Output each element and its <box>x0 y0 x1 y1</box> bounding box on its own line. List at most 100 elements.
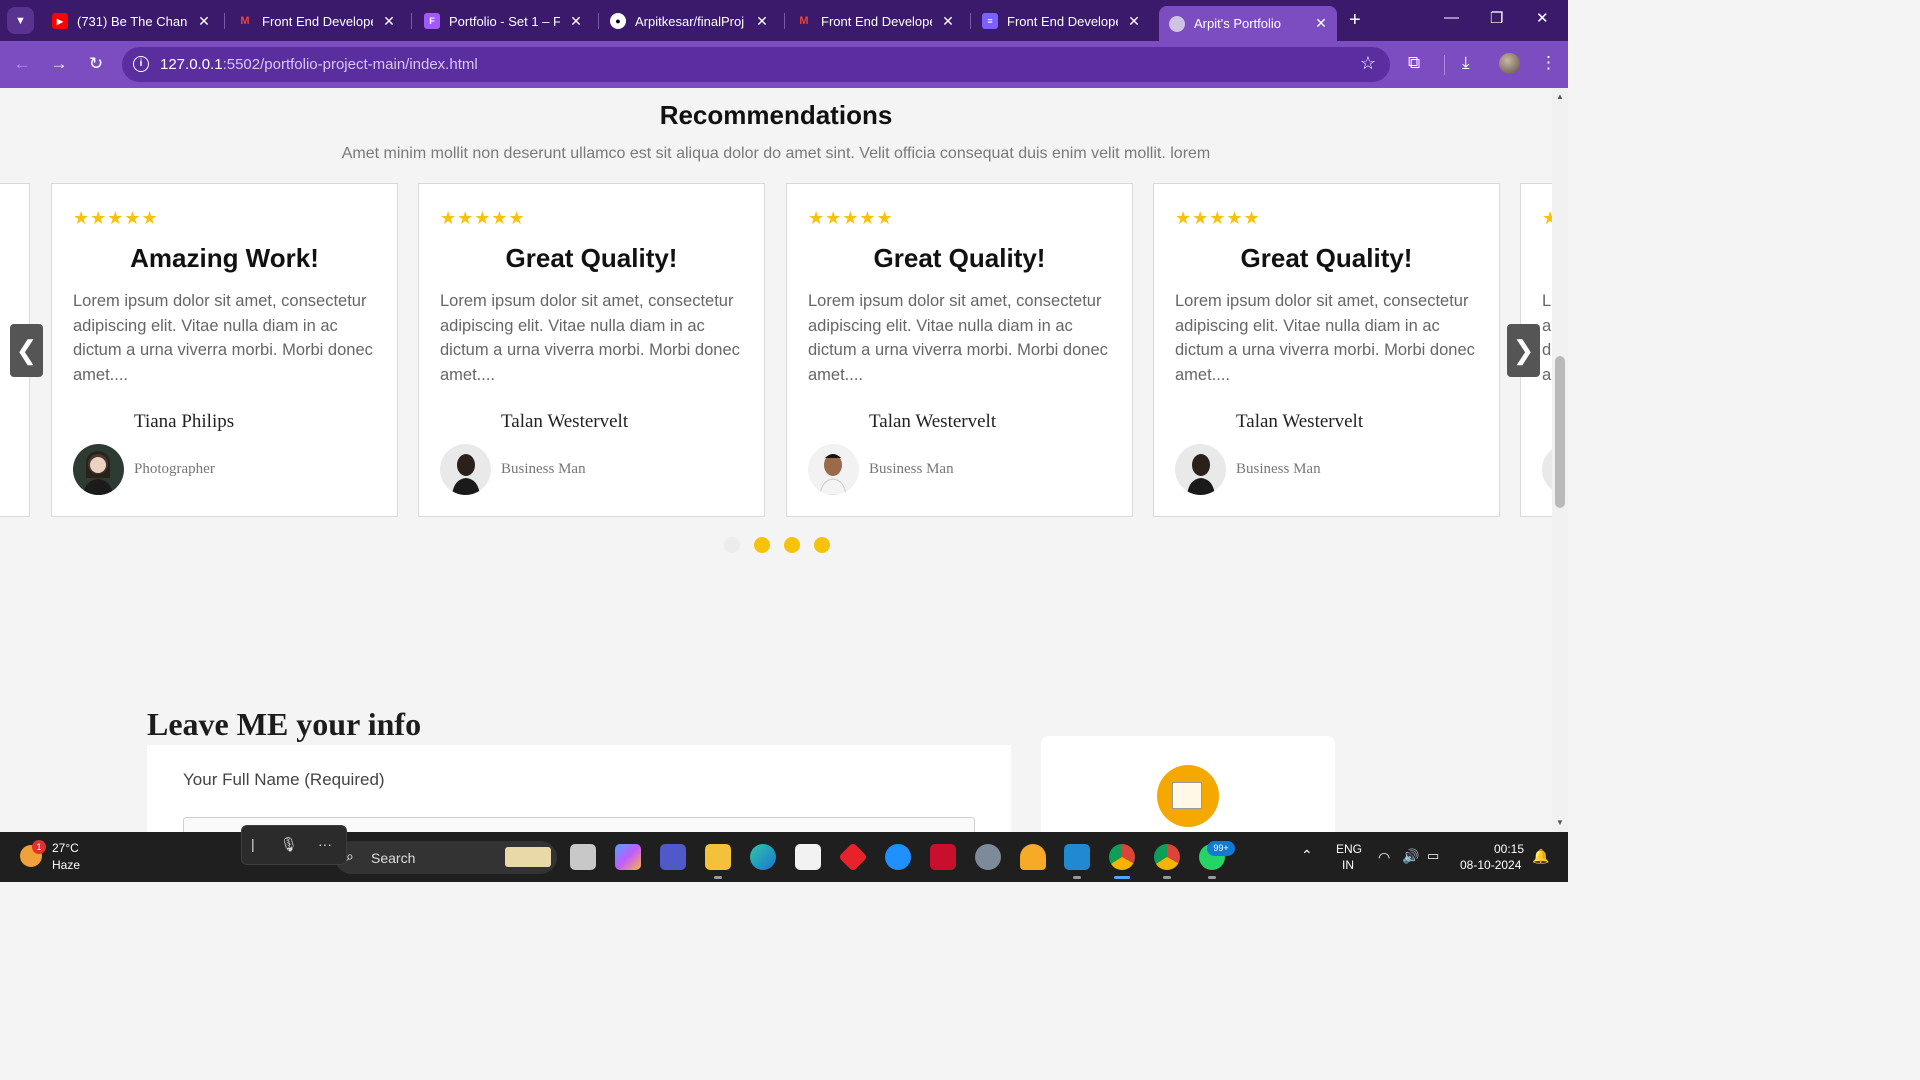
close-icon[interactable]: ✕ <box>568 13 584 30</box>
forms-icon: ≡ <box>982 13 998 29</box>
tab-github[interactable]: ● Arpitkesar/finalProj ✕ <box>600 6 778 36</box>
close-icon[interactable]: ✕ <box>940 13 956 30</box>
tab-gmail-2[interactable]: M Front End Developer ✕ <box>786 6 964 36</box>
edge-icon[interactable] <box>750 844 776 870</box>
card-text-peek: L a d a <box>1542 292 1552 384</box>
language-top[interactable]: ENG <box>1336 842 1362 856</box>
url-text[interactable]: 127.0.0.1:5502/portfolio-project-main/in… <box>160 56 478 73</box>
taskbar-search[interactable]: ⌕ Search <box>335 841 557 874</box>
profile-avatar[interactable] <box>1499 53 1520 74</box>
mcafee-icon[interactable] <box>930 844 956 870</box>
close-icon[interactable]: ✕ <box>381 13 397 30</box>
anydesk-icon[interactable] <box>838 842 868 872</box>
close-icon[interactable]: ✕ <box>196 13 212 30</box>
menu-kebab-icon[interactable]: ⋮ <box>1540 53 1557 73</box>
tab-separator <box>598 13 599 29</box>
carousel-prev-button[interactable]: ❮ <box>10 324 43 377</box>
weather-temp[interactable]: 27°C <box>52 841 79 855</box>
tab-title: Front End Developer <box>821 13 932 29</box>
contact-avatar-circle <box>1157 765 1219 827</box>
restore-icon[interactable]: ❐ <box>1490 9 1503 27</box>
volume-icon[interactable]: 🔊 <box>1402 848 1419 865</box>
running-indicator <box>1208 876 1216 879</box>
site-info-icon[interactable]: i <box>133 56 149 72</box>
back-icon[interactable]: ← <box>12 54 32 74</box>
search-placeholder: Search <box>371 850 416 866</box>
tab-gmail-1[interactable]: M Front End Developer ✕ <box>227 6 405 36</box>
rating-stars: ★★★★★ <box>808 208 894 228</box>
close-icon[interactable]: ✕ <box>1126 13 1142 30</box>
carousel-next-button[interactable]: ❯ <box>1507 324 1540 377</box>
chevron-down-icon: ▼ <box>15 14 26 27</box>
address-bar[interactable]: i 127.0.0.1:5502/portfolio-project-main/… <box>122 47 1390 82</box>
testimonial-card: ★★★★★ Amazing Work! Lorem ipsum dolor si… <box>51 183 398 517</box>
testimonial-card: ★★★★★ Great Quality! Lorem ipsum dolor s… <box>418 183 765 517</box>
close-icon[interactable]: ✕ <box>754 13 770 30</box>
microphone-icon[interactable]: 🎙 <box>280 836 298 853</box>
settings-gear-icon[interactable] <box>975 844 1001 870</box>
tab-youtube[interactable]: ▶ (731) Be The Change ✕ <box>42 6 220 36</box>
carousel-dot[interactable] <box>784 537 800 553</box>
page-viewport: Recommendations Amet minim mollit non de… <box>0 88 1552 832</box>
carousel-dot[interactable] <box>724 537 740 553</box>
person-role: Business Man <box>1236 461 1321 477</box>
task-view-icon[interactable] <box>570 844 596 870</box>
scroll-down-icon[interactable]: ▼ <box>1556 818 1564 827</box>
chevron-up-icon[interactable]: ⌃ <box>1301 847 1313 864</box>
weather-desc[interactable]: Haze <box>52 858 80 872</box>
window-close-icon[interactable]: ✕ <box>1536 9 1549 27</box>
carousel-dot[interactable] <box>814 537 830 553</box>
tab-portfolio-active[interactable]: Arpit's Portfolio ✕ <box>1159 6 1337 41</box>
contact-form: Your Full Name (Required) <box>147 745 1011 832</box>
search-icon: ⌕ <box>346 848 354 864</box>
medal-icon[interactable] <box>1020 844 1046 870</box>
avatar <box>1542 444 1552 495</box>
card-text: Lorem ipsum dolor sit amet, consectetur … <box>1175 292 1475 384</box>
scrollbar-thumb[interactable] <box>1555 356 1565 508</box>
tab-figma[interactable]: F Portfolio - Set 1 – Fig ✕ <box>414 6 592 36</box>
help-icon[interactable] <box>885 844 911 870</box>
clock-time[interactable]: 00:15 <box>1494 842 1524 856</box>
vscode-icon[interactable] <box>1064 844 1090 870</box>
card-title: Great Quality! <box>873 243 1046 273</box>
store-icon[interactable] <box>795 844 821 870</box>
bookmark-star-icon[interactable]: ☆ <box>1360 53 1376 74</box>
battery-icon[interactable]: ▭ <box>1427 848 1439 864</box>
tab-title: Arpitkesar/finalProj <box>635 13 745 29</box>
minimize-icon[interactable]: — <box>1444 9 1459 26</box>
carousel-dot[interactable] <box>754 537 770 553</box>
wifi-icon[interactable]: ◠ <box>1378 849 1390 866</box>
extensions-icon[interactable]: ⧉ <box>1408 53 1420 73</box>
cursor-icon[interactable]: | <box>251 836 255 852</box>
tab-separator <box>224 13 225 29</box>
chrome-profile-icon[interactable] <box>1154 844 1180 870</box>
file-explorer-icon[interactable] <box>705 844 731 870</box>
figma-icon: F <box>424 13 440 29</box>
new-tab-button[interactable]: + <box>1349 9 1361 32</box>
notification-bell-icon[interactable]: 🔔 <box>1532 848 1549 865</box>
tab-title: Front End Developer <box>1007 13 1118 29</box>
more-icon[interactable]: ··· <box>318 836 332 852</box>
gmail-icon: M <box>240 15 250 27</box>
reload-icon[interactable]: ↻ <box>86 54 106 74</box>
copilot-icon[interactable] <box>615 844 641 870</box>
scroll-up-icon[interactable]: ▲ <box>1556 92 1564 101</box>
language-bottom[interactable]: IN <box>1342 858 1354 872</box>
clock-date[interactable]: 08-10-2024 <box>1460 858 1521 872</box>
close-icon[interactable]: ✕ <box>1313 15 1329 32</box>
person-role: Photographer <box>134 461 215 477</box>
teams-icon[interactable] <box>660 844 686 870</box>
running-indicator <box>714 876 722 879</box>
download-icon[interactable]: ⤓ <box>1462 53 1470 73</box>
forward-icon[interactable]: → <box>49 54 69 74</box>
chrome-icon[interactable] <box>1109 844 1135 870</box>
windows-taskbar: 1 27°C Haze ⌕ Search | 🎙 ··· 99+ ⌃ ENG I… <box>0 825 1568 882</box>
avatar <box>1175 444 1226 495</box>
running-indicator <box>1073 876 1081 879</box>
page-scrollbar[interactable]: ▲ ▼ <box>1552 88 1568 832</box>
tab-title: Front End Developer <box>262 13 373 29</box>
avatar <box>440 444 491 495</box>
tab-search-button[interactable]: ▼ <box>7 7 34 34</box>
tab-forms[interactable]: ≡ Front End Developer ✕ <box>972 6 1150 36</box>
card-title: Great Quality! <box>1240 243 1413 273</box>
